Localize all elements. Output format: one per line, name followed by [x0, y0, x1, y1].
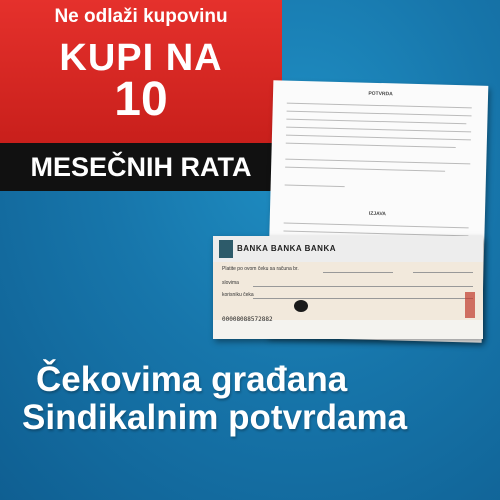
bank-check: BANKA BANKA BANKA Platite po ovom čeku s… [213, 236, 483, 339]
check-field-line [413, 272, 473, 273]
check-amount-words: slovima [222, 280, 239, 286]
document-signature-line [284, 184, 345, 188]
document-statement-title: IZJAVA [368, 210, 387, 218]
check-field-line [253, 298, 473, 299]
check-bank-name: BANKA BANKA BANKA [237, 244, 337, 253]
document-text-line [286, 126, 472, 133]
promo-installments-bar: MESEČNIH RATA [0, 143, 282, 191]
document-text-line [285, 142, 456, 149]
document-text-line [285, 166, 446, 172]
check-holder: korisniku čeka [222, 292, 254, 298]
promo-tagline: Ne odlaži kupovinu [54, 6, 228, 27]
bank-logo-icon [219, 240, 233, 258]
check-field-line [323, 272, 393, 273]
promo-installments-number: 10 [114, 73, 168, 126]
check-pay-line: Platite po ovom čeku sa računa br. [222, 266, 299, 272]
check-header: BANKA BANKA BANKA [213, 236, 483, 262]
headline-union-confirmations: Sindikalnim potvrdama [22, 398, 408, 437]
document-title: POTVRDA [368, 90, 393, 98]
document-text-line [283, 222, 469, 229]
document-text-line [286, 110, 472, 117]
check-field-line [253, 286, 473, 287]
check-punch-hole [294, 300, 308, 312]
check-serial-code: 00008088572882 [222, 316, 273, 323]
check-red-stamp [465, 292, 475, 318]
document-text-line [285, 134, 471, 141]
headline-checks: Čekovima građana [36, 360, 348, 399]
document-text-line [285, 158, 471, 165]
document-text-line [286, 118, 467, 125]
document-text-line [286, 102, 472, 109]
promo-banner: Ne odlaži kupovinu KUPI NA 10 [0, 0, 282, 145]
